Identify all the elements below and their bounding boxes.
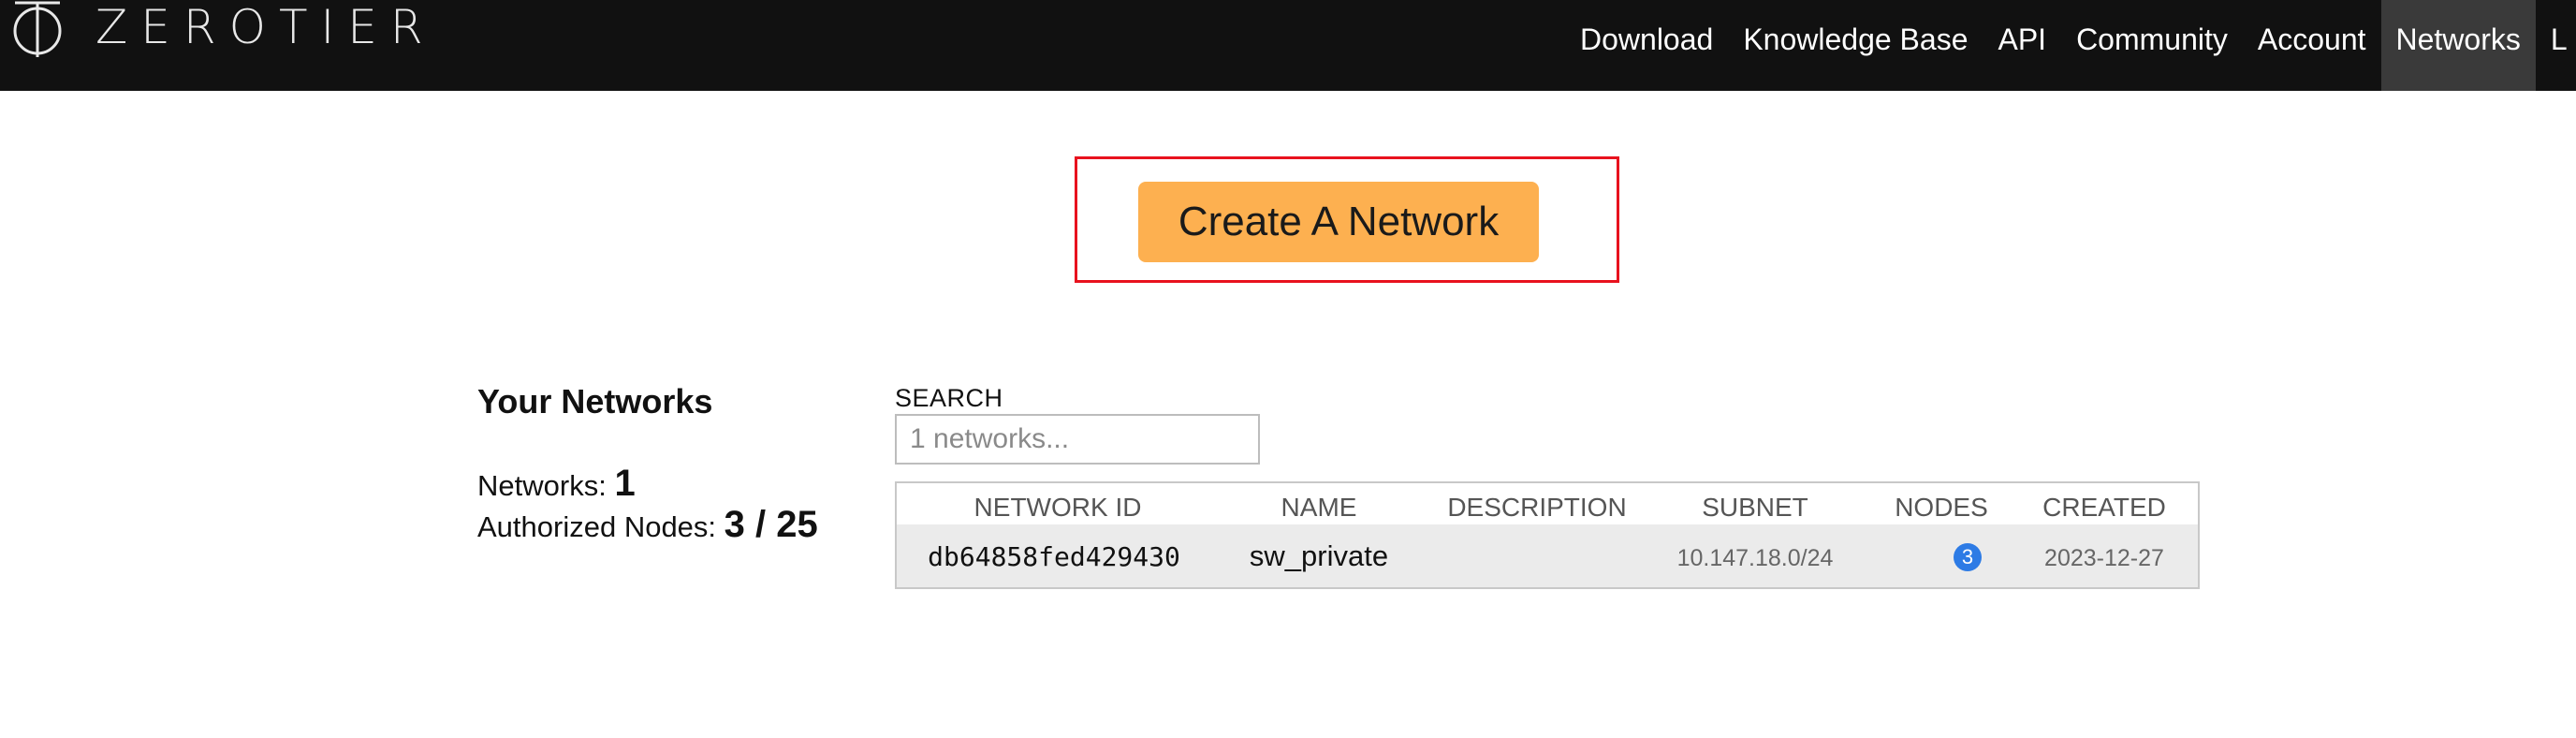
network-subnet-cell: 10.147.18.0/24 bbox=[1676, 545, 1834, 571]
main-nav: Download Knowledge Base API Community Ac… bbox=[1565, 0, 2568, 91]
nav-account[interactable]: Account bbox=[2243, 0, 2381, 79]
nav-networks[interactable]: Networks bbox=[2380, 0, 2536, 91]
network-search-input[interactable] bbox=[895, 414, 1260, 465]
network-id-cell[interactable]: db64858fed429430 bbox=[928, 541, 1180, 572]
nodes-count-badge: 3 bbox=[1954, 543, 1982, 571]
nav-api[interactable]: API bbox=[1983, 0, 2061, 79]
col-created[interactable]: CREATED bbox=[2042, 493, 2166, 523]
nav-download[interactable]: Download bbox=[1565, 0, 1728, 79]
your-networks-heading: Your Networks bbox=[477, 382, 713, 421]
nav-clipped-item[interactable]: L bbox=[2536, 0, 2568, 79]
top-navbar: ZEROTIER Download Knowledge Base API Com… bbox=[0, 0, 2576, 91]
col-description[interactable]: DESCRIPTION bbox=[1447, 493, 1626, 523]
networks-table: NETWORK ID NAME DESCRIPTION SUBNET NODES… bbox=[895, 481, 2200, 589]
network-row[interactable]: db64858fed429430 sw_private 10.147.18.0/… bbox=[897, 524, 2198, 587]
col-name[interactable]: NAME bbox=[1281, 493, 1357, 523]
networks-count-line: Networks: 1 bbox=[477, 463, 636, 505]
networks-count-label: Networks: bbox=[477, 469, 607, 502]
search-label: SEARCH bbox=[895, 384, 1003, 412]
authorized-nodes-label: Authorized Nodes: bbox=[477, 510, 717, 543]
brand-logo[interactable]: ZEROTIER bbox=[7, 0, 436, 66]
create-network-button[interactable]: Create A Network bbox=[1138, 182, 1539, 262]
brand-name: ZEROTIER bbox=[95, 0, 436, 54]
networks-count-value: 1 bbox=[614, 463, 636, 504]
network-created-cell: 2023-12-27 bbox=[2044, 545, 2164, 571]
col-nodes[interactable]: NODES bbox=[1895, 493, 1988, 523]
network-name-cell[interactable]: sw_private bbox=[1250, 539, 1388, 573]
nav-community[interactable]: Community bbox=[2061, 0, 2243, 79]
authorized-nodes-line: Authorized Nodes: 3 / 25 bbox=[477, 504, 818, 546]
col-subnet[interactable]: SUBNET bbox=[1702, 493, 1808, 523]
nav-knowledge-base[interactable]: Knowledge Base bbox=[1728, 0, 1983, 79]
authorized-nodes-value: 3 / 25 bbox=[724, 504, 818, 545]
zerotier-logo-icon bbox=[13, 1, 62, 57]
col-network-id[interactable]: NETWORK ID bbox=[974, 493, 1142, 523]
